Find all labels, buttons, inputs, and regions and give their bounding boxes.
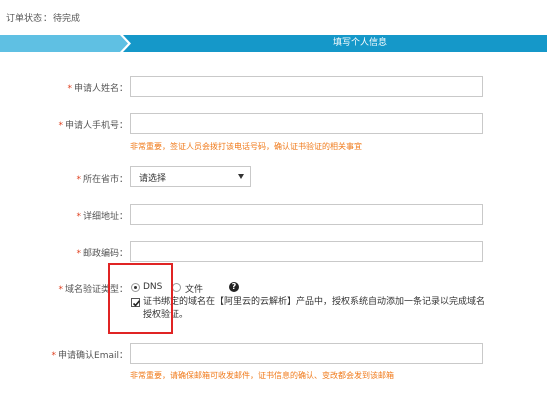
step-bar-shapes <box>0 35 547 52</box>
applicant-phone-label: * 申请人手机号： <box>58 118 128 131</box>
file-radio-label[interactable]: 文件 <box>185 282 203 295</box>
auto-dns-description: 证书绑定的域名在【阿里云的云解析】产品中，授权系统自动添加一条记录以完成域名授权… <box>143 297 486 320</box>
applicant-name-input[interactable] <box>130 76 483 97</box>
applicant-name-label-text: 申请人姓名： <box>73 84 128 94</box>
email-input[interactable] <box>130 343 483 364</box>
postcode-input[interactable] <box>130 241 483 262</box>
order-status: 订单状态：待完成 <box>6 11 80 24</box>
province-select-value: 请选择 <box>139 174 167 184</box>
required-mark: * <box>67 84 72 94</box>
order-status-separator: ： <box>43 14 53 24</box>
required-mark: * <box>76 212 81 222</box>
applicant-phone-input[interactable] <box>130 113 483 134</box>
order-status-label: 订单状态 <box>6 14 43 24</box>
applicant-name-label: * 申请人姓名： <box>67 81 128 94</box>
postcode-label-text: 邮政编码： <box>82 249 128 259</box>
email-hint: 非常重要，请确保邮箱可收发邮件，证书信息的确认、变改都会发到该邮箱 <box>130 371 394 380</box>
postcode-label: * 邮政编码： <box>76 246 128 259</box>
required-mark: * <box>76 249 81 259</box>
province-label-text: 所在省市： <box>82 175 128 185</box>
file-radio[interactable] <box>172 283 181 292</box>
step-progress-bar: 填写个人信息 <box>0 35 547 52</box>
address-label: * 详细地址： <box>76 209 128 222</box>
email-label: * 申请确认Email： <box>52 348 128 361</box>
chevron-down-icon <box>238 174 244 179</box>
phone-hint: 非常重要，签证人员会拨打该电话号码，确认证书验证的相关事宜 <box>130 142 362 151</box>
step-current-title: 填写个人信息 <box>332 38 387 48</box>
required-mark: * <box>58 121 63 131</box>
required-mark: * <box>51 351 57 361</box>
address-input[interactable] <box>130 204 483 225</box>
province-select[interactable]: 请选择 <box>130 166 251 187</box>
step-previous <box>0 35 128 52</box>
question-circle-icon[interactable]: ? <box>229 282 239 292</box>
order-status-value: 待完成 <box>53 14 81 24</box>
province-label: * 所在省市： <box>76 172 128 185</box>
verification-highlight-box <box>108 263 173 334</box>
required-mark: * <box>76 175 81 185</box>
email-label-text: 申请确认Email： <box>58 351 128 361</box>
required-mark: * <box>58 285 63 295</box>
applicant-phone-label-text: 申请人手机号： <box>64 121 128 131</box>
address-label-text: 详细地址： <box>82 212 128 222</box>
